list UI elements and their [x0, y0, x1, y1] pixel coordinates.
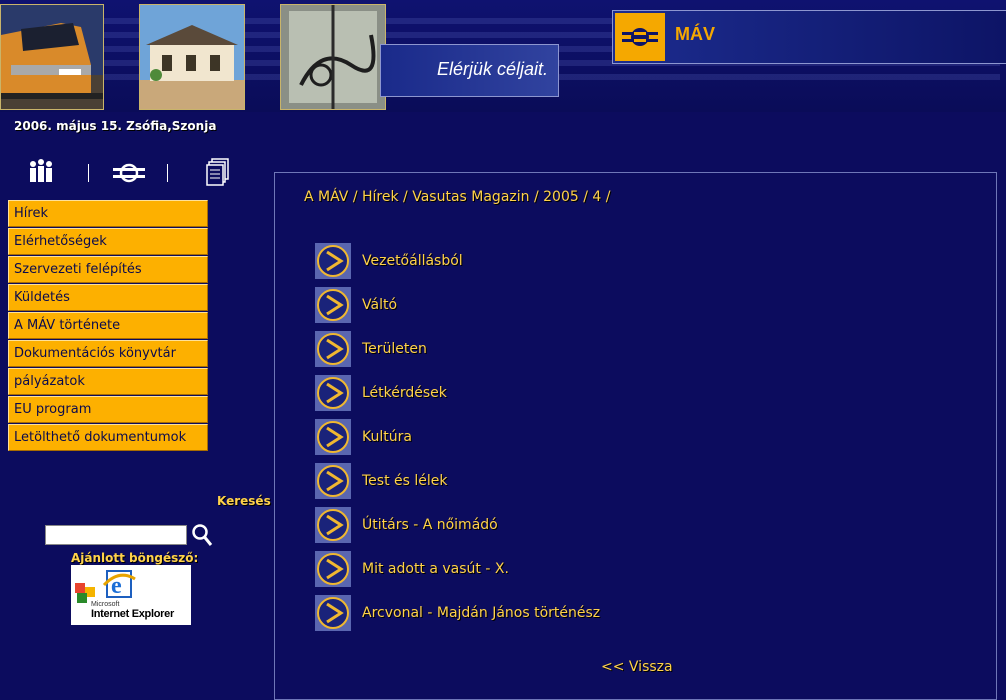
article-link[interactable]: Vezetőállásból	[315, 239, 600, 283]
slogan-banner: Elérjük céljait.	[380, 44, 559, 97]
breadcrumb: A MÁV / Hírek / Vasutas Magazin / 2005 /…	[304, 189, 615, 205]
icon-separator	[167, 164, 168, 182]
slogan-text: Elérjük céljait.	[436, 59, 548, 79]
main-menu: Hírek Elérhetőségek Szervezeti felépítés…	[8, 200, 208, 452]
menu-item-kuldetes[interactable]: Küldetés	[8, 284, 208, 311]
article-link[interactable]: Kultúra	[315, 415, 600, 459]
locomotive-photo	[0, 4, 104, 110]
breadcrumb-separator: /	[348, 189, 362, 205]
breadcrumb-separator: /	[529, 189, 544, 205]
search-icon[interactable]	[191, 523, 213, 551]
people-icon[interactable]	[28, 158, 54, 190]
mav-emblem-icon[interactable]	[112, 162, 146, 188]
article-link[interactable]: Létkérdések	[315, 371, 600, 415]
arrow-right-icon	[315, 331, 351, 367]
internet-explorer-logo[interactable]: e Microsoft Internet Explorer	[71, 565, 191, 625]
search-label: Keresés	[217, 494, 271, 508]
menu-item-hirek[interactable]: Hírek	[8, 200, 208, 227]
menu-item-eu-program[interactable]: EU program	[8, 396, 208, 423]
quick-icons	[26, 158, 236, 190]
mav-logo[interactable]: MÁV	[612, 10, 1006, 64]
article-link[interactable]: Test és lélek	[315, 459, 600, 503]
arrow-right-icon	[315, 551, 351, 587]
arrow-right-icon	[315, 287, 351, 323]
arrow-right-icon	[315, 419, 351, 455]
icon-separator	[88, 164, 89, 182]
mav-logo-text: MÁV	[675, 24, 715, 44]
arrow-right-icon	[315, 463, 351, 499]
article-title: Területen	[362, 341, 427, 357]
article-link[interactable]: Arcvonal - Majdán János történész	[315, 591, 600, 635]
breadcrumb-vasutas-magazin[interactable]: Vasutas Magazin	[412, 189, 529, 205]
article-title: Vezetőállásból	[362, 253, 463, 269]
breadcrumb-hirek[interactable]: Hírek	[362, 189, 399, 205]
article-title: Arcvonal - Majdán János történész	[362, 605, 601, 621]
article-link[interactable]: Mit adott a vasút - X.	[315, 547, 600, 591]
arrow-right-icon	[315, 375, 351, 411]
menu-item-dokumentacios-konyvtar[interactable]: Dokumentációs könyvtár	[8, 340, 208, 367]
content-panel: A MÁV / Hírek / Vasutas Magazin / 2005 /…	[274, 172, 997, 700]
microsoft-text: Microsoft	[91, 601, 120, 608]
breadcrumb-separator: /	[398, 189, 413, 205]
article-title: Test és lélek	[362, 473, 448, 489]
article-title: Létkérdések	[362, 385, 447, 401]
article-link[interactable]: Váltó	[315, 283, 600, 327]
breadcrumb-separator: /	[601, 189, 615, 205]
article-link[interactable]: Útitárs - A nőimádó	[315, 503, 600, 547]
arrow-right-icon	[315, 507, 351, 543]
article-title: Kultúra	[362, 429, 412, 445]
article-link[interactable]: Területen	[315, 327, 600, 371]
arrow-right-icon	[315, 243, 351, 279]
arrow-right-icon	[315, 595, 351, 631]
article-title: Útitárs - A nőimádó	[362, 517, 498, 533]
documents-icon[interactable]	[206, 158, 230, 190]
article-title: Mit adott a vasút - X.	[362, 561, 509, 577]
menu-item-palyazatok[interactable]: pályázatok	[8, 368, 208, 395]
breadcrumb-separator: /	[578, 189, 593, 205]
breadcrumb-year[interactable]: 2005	[543, 189, 579, 205]
menu-item-szervezeti-felepites[interactable]: Szervezeti felépítés	[8, 256, 208, 283]
station-photo	[139, 4, 245, 110]
mav-emblem-icon	[615, 13, 665, 61]
date-nameday: 2006. május 15. Zsófia,Szonja	[14, 119, 217, 133]
article-title: Váltó	[362, 297, 398, 313]
search-input[interactable]	[45, 525, 187, 545]
menu-item-mav-tortenete[interactable]: A MÁV története	[8, 312, 208, 339]
recommended-browser-label: Ajánlott böngésző:	[71, 551, 199, 565]
breadcrumb-issue[interactable]: 4	[592, 189, 601, 205]
menu-item-elerhetosegek[interactable]: Elérhetőségek	[8, 228, 208, 255]
article-list: Vezetőállásból Váltó Területen Létkérdés…	[315, 239, 600, 635]
ironwork-photo	[280, 4, 386, 110]
back-link[interactable]: << Vissza	[601, 659, 673, 675]
internet-explorer-text: Internet Explorer	[91, 608, 174, 620]
breadcrumb-mav[interactable]: A MÁV	[304, 189, 348, 205]
menu-item-letoltheto-dokumentumok[interactable]: Letölthető dokumentumok	[8, 424, 208, 451]
